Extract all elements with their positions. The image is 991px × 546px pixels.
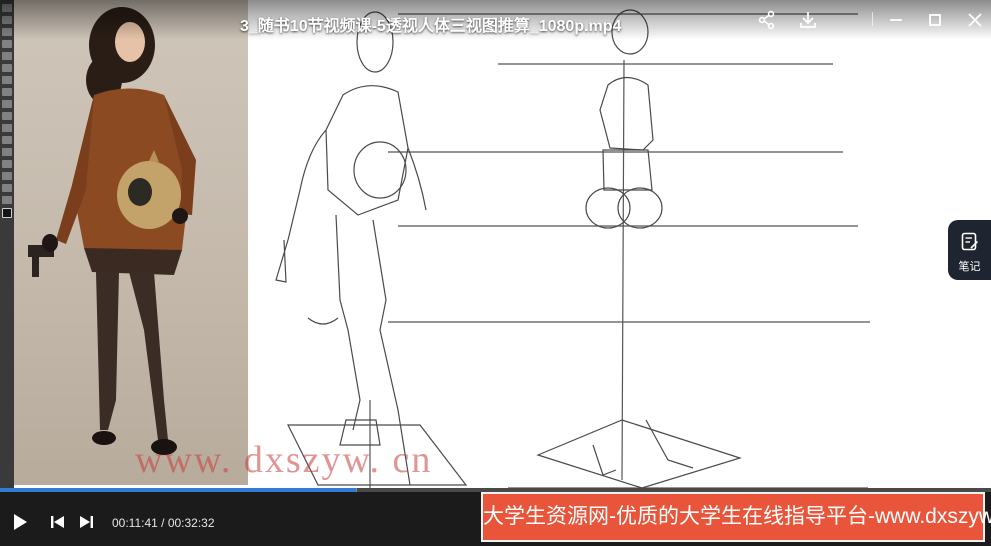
figure-sketch-drawing (275, 9, 870, 490)
stamp-tool-icon (2, 76, 12, 84)
video-title: 3_随书10节视频课-5透视人体三视图推算_1080p.mp4 (240, 18, 622, 35)
color-swatch-icon (2, 208, 12, 218)
zoom-tool-icon (2, 196, 12, 204)
play-button[interactable] (10, 512, 30, 532)
download-button[interactable] (797, 9, 819, 31)
time-display: 00:11:41 / 00:32:32 (112, 516, 215, 530)
sketch-canvas (248, 0, 991, 490)
hand-tool-icon (2, 184, 12, 192)
skip-previous-icon (51, 516, 64, 528)
skip-next-icon (80, 516, 93, 528)
reference-figure-image (28, 7, 196, 455)
reference-photo (14, 0, 248, 485)
progress-fill (0, 488, 356, 492)
share-icon (758, 10, 775, 30)
eyedropper-tool-icon (2, 52, 12, 60)
pen-tool-icon (2, 136, 12, 144)
share-button[interactable] (756, 9, 778, 31)
close-icon (968, 13, 982, 27)
type-tool-icon (2, 148, 12, 156)
download-icon (800, 12, 816, 28)
dodge-tool-icon (2, 124, 12, 132)
video-player-area[interactable]: www. dxszyw. cn 3_随书10节视频课-5透视人体三视图推算_10… (0, 0, 991, 546)
close-button[interactable] (964, 9, 986, 31)
notes-icon (961, 232, 979, 251)
ad-banner[interactable]: 大学生资源网-优质的大学生在线指导平台-www.dxszyw.cn (481, 492, 991, 542)
brush-tool-icon (2, 64, 12, 72)
path-select-tool-icon (2, 160, 12, 168)
maximize-button[interactable] (924, 9, 946, 31)
ps-toolbar (0, 0, 14, 490)
notes-button[interactable]: 笔记 (948, 220, 991, 280)
next-button[interactable] (76, 512, 96, 532)
minimize-button[interactable] (885, 9, 907, 31)
crop-tool-icon (2, 40, 12, 48)
notes-label: 笔记 (958, 261, 981, 273)
gradient-tool-icon (2, 100, 12, 108)
play-icon (14, 514, 27, 530)
minimize-icon (890, 19, 902, 21)
previous-button[interactable] (48, 512, 68, 532)
titlebar-separator (872, 12, 873, 26)
watermark-text: www. dxszyw. cn (135, 439, 433, 481)
shape-tool-icon (2, 172, 12, 180)
eraser-tool-icon (2, 88, 12, 96)
ad-banner-text: 大学生资源网-优质的大学生在线指导平台-www.dxszyw.cn (483, 505, 991, 528)
maximize-icon (929, 14, 941, 26)
blur-tool-icon (2, 112, 12, 120)
